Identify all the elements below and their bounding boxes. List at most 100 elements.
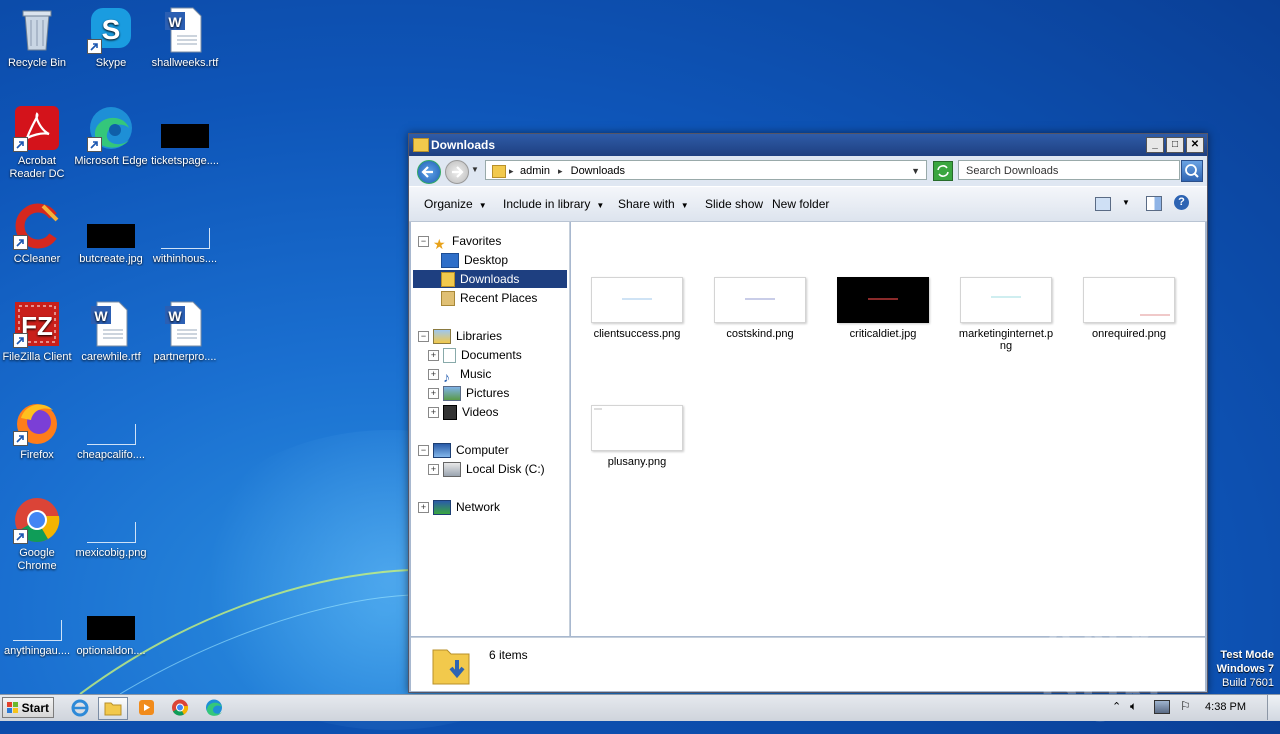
desktop-icon-cheapcalifo[interactable]: cheapcalifo.... [74, 398, 148, 462]
network-icon [433, 500, 451, 516]
desktop-icon-recycle-bin[interactable]: Recycle Bin [0, 6, 74, 70]
search-icon [1185, 164, 1199, 178]
svg-text:W: W [168, 308, 182, 324]
item-count: 6 items [489, 648, 528, 662]
image-thumbnail [837, 277, 929, 323]
taskbar-media-player[interactable] [132, 697, 160, 718]
desktop-icon-withinhous[interactable]: withinhous.... [148, 202, 222, 266]
expand-icon[interactable]: + [428, 350, 439, 362]
tray-show-hidden-icon[interactable]: ⌃ [1112, 700, 1121, 713]
view-dropdown-icon[interactable]: ▼ [1122, 198, 1130, 207]
volume-icon[interactable]: 🔈︎ [1130, 699, 1137, 714]
desktop-icon-ticketspage[interactable]: ticketspage.... [148, 104, 222, 168]
refresh-button[interactable] [933, 161, 953, 181]
breadcrumb-admin[interactable]: admin [520, 165, 550, 177]
nav-libraries[interactable]: − Libraries [418, 327, 502, 345]
desktop-icon-optionaldon[interactable]: optionaldon.... [74, 594, 148, 658]
desktop-icon-partnerpro[interactable]: W partnerpro.... [148, 300, 222, 364]
shortcut-arrow-icon [13, 137, 28, 152]
nav-favorites[interactable]: − ★ Favorites [418, 232, 501, 252]
show-desktop-button[interactable] [1267, 695, 1280, 720]
close-button[interactable]: ✕ [1186, 137, 1204, 153]
chevron-down-icon: ▼ [680, 201, 689, 210]
nav-documents[interactable]: + Documents [428, 346, 522, 364]
taskbar-file-explorer[interactable] [98, 697, 128, 720]
include-in-library-menu[interactable]: Include in library ▼ [503, 197, 604, 211]
chevron-down-icon: ▼ [596, 201, 605, 210]
new-folder-button[interactable]: New folder [772, 197, 829, 211]
desktop-icon-chrome[interactable]: Google Chrome [0, 496, 74, 573]
svg-text:W: W [168, 14, 182, 30]
desktop-icon-acrobat[interactable]: Acrobat Reader DC [0, 104, 74, 181]
forward-button[interactable] [445, 160, 469, 184]
expand-icon[interactable]: + [418, 502, 429, 514]
slide-show-button[interactable]: Slide show [705, 197, 763, 211]
downloads-folder-icon [441, 272, 455, 288]
maximize-button[interactable]: □ [1166, 137, 1184, 153]
desktop-icon-skype[interactable]: S Skype [74, 6, 148, 70]
network-tray-icon[interactable] [1154, 700, 1170, 714]
collapse-icon[interactable]: − [418, 331, 429, 343]
nav-music[interactable]: + ♪ Music [428, 365, 492, 385]
collapse-icon[interactable]: − [418, 445, 429, 457]
file-item[interactable]: plusany.png [577, 405, 697, 468]
back-button[interactable] [417, 160, 441, 184]
image-thumbnail [1083, 277, 1175, 323]
expand-icon[interactable]: + [428, 464, 439, 476]
nav-local-disk[interactable]: + Local Disk (C:) [428, 460, 545, 478]
address-field[interactable]: ▸ admin ▸ Downloads ▼ [485, 160, 927, 180]
address-dropdown-icon[interactable]: ▼ [911, 161, 920, 181]
breadcrumb-downloads[interactable]: Downloads [571, 165, 625, 177]
minimize-button[interactable]: _ [1146, 137, 1164, 153]
expand-icon[interactable]: + [428, 388, 439, 400]
share-with-label: Share with [618, 197, 675, 211]
nav-downloads[interactable]: Downloads [413, 270, 567, 288]
desktop-icon-edge[interactable]: Microsoft Edge [74, 104, 148, 168]
window-controls: _ □ ✕ [1146, 137, 1204, 153]
nav-pictures[interactable]: + Pictures [428, 384, 509, 402]
file-item[interactable]: criticaldiet.jpg [823, 277, 943, 340]
file-name: criticaldiet.jpg [849, 328, 917, 340]
expand-icon[interactable]: + [428, 369, 439, 381]
file-item[interactable]: onrequired.png [1069, 277, 1189, 340]
word-document-icon: W [161, 300, 209, 348]
taskbar-internet-explorer[interactable] [66, 697, 94, 718]
preview-pane-button[interactable] [1146, 196, 1162, 211]
desktop-icon-mexicobig[interactable]: mexicobig.png [74, 496, 148, 560]
desktop-icon-filezilla[interactable]: FZ FileZilla Client [0, 300, 74, 364]
taskbar-chrome[interactable] [166, 697, 194, 718]
desktop-icon-firefox[interactable]: Firefox [0, 398, 74, 462]
nav-pictures-label: Pictures [466, 386, 510, 400]
nav-network[interactable]: + Network [418, 498, 500, 516]
taskbar-edge[interactable] [200, 697, 228, 718]
internet-explorer-icon [71, 699, 89, 717]
desktop-icon-anythingau[interactable]: anythingau.... [0, 594, 74, 658]
nav-videos[interactable]: + Videos [428, 403, 498, 421]
nav-desktop[interactable]: Desktop [441, 251, 508, 269]
share-with-menu[interactable]: Share with ▼ [618, 197, 689, 211]
expand-icon[interactable]: + [428, 407, 439, 419]
desktop-icon-shallweeks[interactable]: W shallweeks.rtf [148, 6, 222, 70]
organize-menu[interactable]: Organize ▼ [424, 197, 487, 211]
acrobat-icon [13, 104, 61, 152]
nav-computer[interactable]: − Computer [418, 441, 509, 459]
start-button[interactable]: Start [2, 697, 54, 718]
file-item[interactable]: costskind.png [700, 277, 820, 340]
nav-recent-places[interactable]: Recent Places [441, 289, 537, 307]
change-view-button[interactable] [1095, 197, 1111, 211]
help-icon[interactable]: ? [1174, 195, 1189, 210]
file-item[interactable]: marketinginternet.png [946, 277, 1066, 352]
desktop-icon-butcreate[interactable]: butcreate.jpg [74, 202, 148, 266]
recent-pages-dropdown[interactable]: ▼ [471, 165, 479, 174]
title-bar[interactable]: Downloads _ □ ✕ [409, 134, 1207, 156]
desktop-icon-ccleaner[interactable]: CCleaner [0, 202, 74, 266]
search-button[interactable] [1181, 160, 1203, 182]
action-center-flag-icon[interactable]: ⚐ [1180, 699, 1191, 713]
clock[interactable]: 4:38 PM [1205, 701, 1246, 713]
desktop-icon-carewhile[interactable]: W carewhile.rtf [74, 300, 148, 364]
file-item[interactable]: clientsuccess.png [577, 277, 697, 340]
nav-music-label: Music [460, 367, 492, 381]
explorer-window: Downloads _ □ ✕ ▼ ▸ admin ▸ Downloads ▼ … [408, 133, 1208, 693]
search-input[interactable]: Search Downloads [958, 160, 1180, 180]
collapse-icon[interactable]: − [418, 236, 429, 248]
